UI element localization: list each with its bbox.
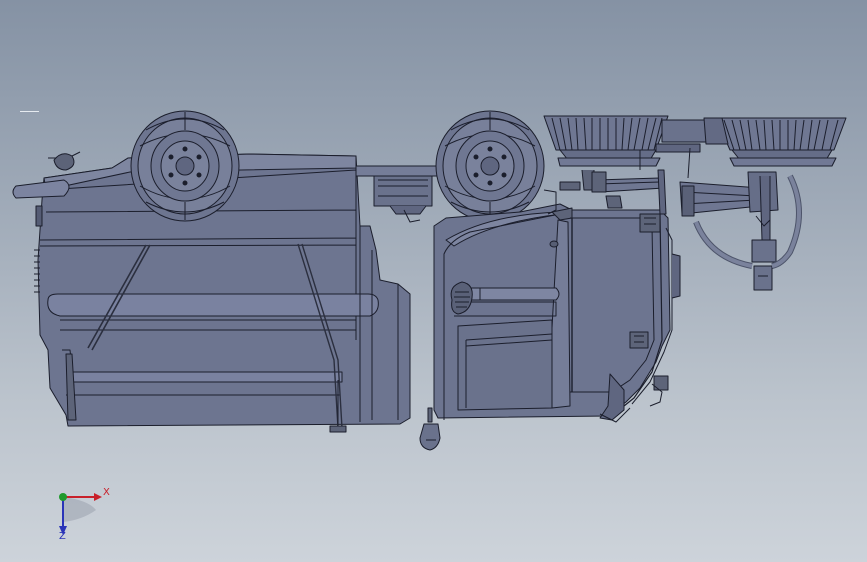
machine-model-drawing — [12, 110, 847, 535]
wheel-right — [435, 110, 545, 222]
brush-right — [715, 117, 847, 167]
wheel-left — [130, 110, 240, 222]
front-cab — [433, 203, 681, 423]
axis-z-label: Z — [59, 531, 66, 542]
axis-x-label: X — [103, 487, 110, 498]
cad-viewport[interactable]: X Z — [0, 0, 867, 562]
axis-triad — [59, 493, 102, 535]
triad-plane — [63, 497, 96, 522]
center-frame — [355, 165, 441, 223]
axis-x-arrowhead — [94, 493, 102, 501]
axis-y-origin-icon — [59, 493, 67, 501]
